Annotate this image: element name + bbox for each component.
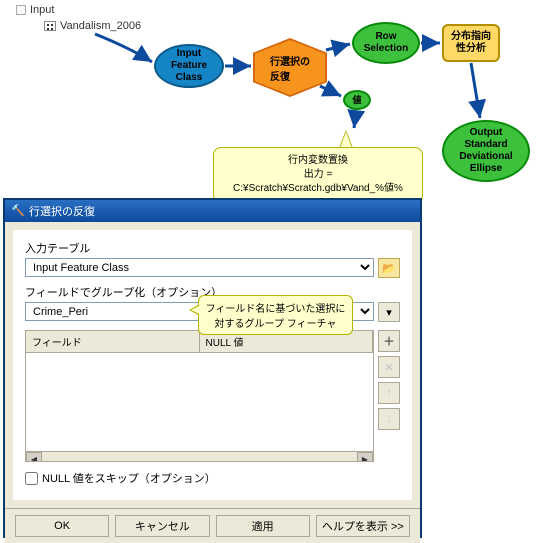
scroll-left-icon[interactable]: ◀ bbox=[26, 452, 42, 462]
group-by-dropdown-button[interactable]: ▾ bbox=[378, 302, 400, 322]
callout-line1: 行内変数置換 bbox=[220, 154, 416, 168]
move-down-button[interactable]: ↓ bbox=[378, 408, 400, 430]
group-by-hint: フィールド名に基づいた選択に対するグループ フィーチャ bbox=[198, 295, 353, 335]
callout-line3: C:¥Scratch¥Scratch.gdb¥Vand_%値% bbox=[220, 182, 416, 196]
down-icon: ↓ bbox=[386, 413, 392, 425]
node-value[interactable]: 値 bbox=[343, 90, 371, 110]
plus-icon: ＋ bbox=[384, 333, 395, 349]
dialog-titlebar[interactable]: 行選択の反復 bbox=[5, 200, 420, 222]
folder-icon: 📂 bbox=[382, 262, 396, 275]
hint-text: フィールド名に基づいた選択に対するグループ フィーチャ bbox=[206, 304, 346, 330]
remove-button[interactable]: ✕ bbox=[378, 356, 400, 378]
help-button[interactable]: ヘルプを表示 >> bbox=[316, 515, 410, 537]
cancel-button[interactable]: キャンセル bbox=[115, 515, 209, 537]
col-field[interactable]: フィールド bbox=[26, 331, 200, 352]
move-up-button[interactable]: ↑ bbox=[378, 382, 400, 404]
dropdown-icon: ▾ bbox=[386, 306, 392, 319]
input-table-label: 入力テーブル bbox=[25, 240, 400, 256]
callout-tail bbox=[340, 132, 352, 148]
node-directional-distribution[interactable]: 分布指向 性分析 bbox=[442, 24, 500, 62]
dialog-title: 行選択の反復 bbox=[29, 203, 95, 219]
node-input-feature-class[interactable]: Input Feature Class bbox=[154, 44, 224, 88]
ok-button[interactable]: OK bbox=[15, 515, 109, 537]
apply-button[interactable]: 適用 bbox=[216, 515, 310, 537]
dataset-label: Vandalism_2006 bbox=[60, 20, 141, 32]
callout-line2: 出力 = bbox=[220, 168, 416, 182]
dialog-body: 入力テーブル Input Feature Class 📂 フィールドでグループ化… bbox=[13, 230, 412, 500]
node-value-label: 値 bbox=[352, 95, 361, 106]
node-row-selection[interactable]: Row Selection bbox=[352, 22, 420, 64]
skip-null-checkbox[interactable] bbox=[25, 472, 38, 485]
add-button[interactable]: ＋ bbox=[378, 330, 400, 352]
up-icon: ↑ bbox=[386, 387, 392, 399]
tree-item-dataset[interactable]: Vandalism_2006 bbox=[44, 20, 141, 32]
scroll-right-icon[interactable]: ▶ bbox=[357, 452, 373, 462]
callout-inline-variable: 行内変数置換 出力 = C:¥Scratch¥Scratch.gdb¥Vand_… bbox=[213, 147, 423, 203]
side-buttons: ＋ ✕ ↑ ↓ bbox=[378, 330, 400, 462]
dataset-icon bbox=[44, 21, 56, 31]
cross-icon: ✕ bbox=[384, 361, 393, 374]
dialog-button-bar: OK キャンセル 適用 ヘルプを表示 >> bbox=[5, 508, 420, 543]
node-row-sel-label: Row Selection bbox=[364, 31, 408, 55]
hammer-icon bbox=[11, 204, 25, 218]
app-title: Input bbox=[16, 4, 54, 16]
node-dist-label: 分布指向 性分析 bbox=[451, 31, 491, 55]
table-body bbox=[26, 353, 373, 451]
skip-null-label: NULL 値をスキップ（オプション） bbox=[42, 470, 216, 486]
node-output-label: Output Standard Deviational Ellipse bbox=[459, 127, 512, 175]
model-icon bbox=[16, 5, 26, 15]
input-table-combo[interactable]: Input Feature Class bbox=[25, 258, 374, 277]
node-hex-label: 行選択の 反復 bbox=[270, 53, 310, 83]
node-input-label: Input Feature Class bbox=[171, 48, 207, 84]
dialog-iterate-row-selection: 行選択の反復 入力テーブル Input Feature Class 📂 フィール… bbox=[3, 198, 422, 538]
fields-table[interactable]: フィールド NULL 値 ◀ ▶ bbox=[25, 330, 374, 462]
node-output-ellipse[interactable]: Output Standard Deviational Ellipse bbox=[442, 120, 530, 182]
browse-button[interactable]: 📂 bbox=[378, 258, 400, 278]
app-title-text: Input bbox=[30, 4, 54, 16]
horizontal-scrollbar[interactable]: ◀ ▶ bbox=[26, 451, 373, 462]
hint-tail bbox=[191, 305, 201, 315]
